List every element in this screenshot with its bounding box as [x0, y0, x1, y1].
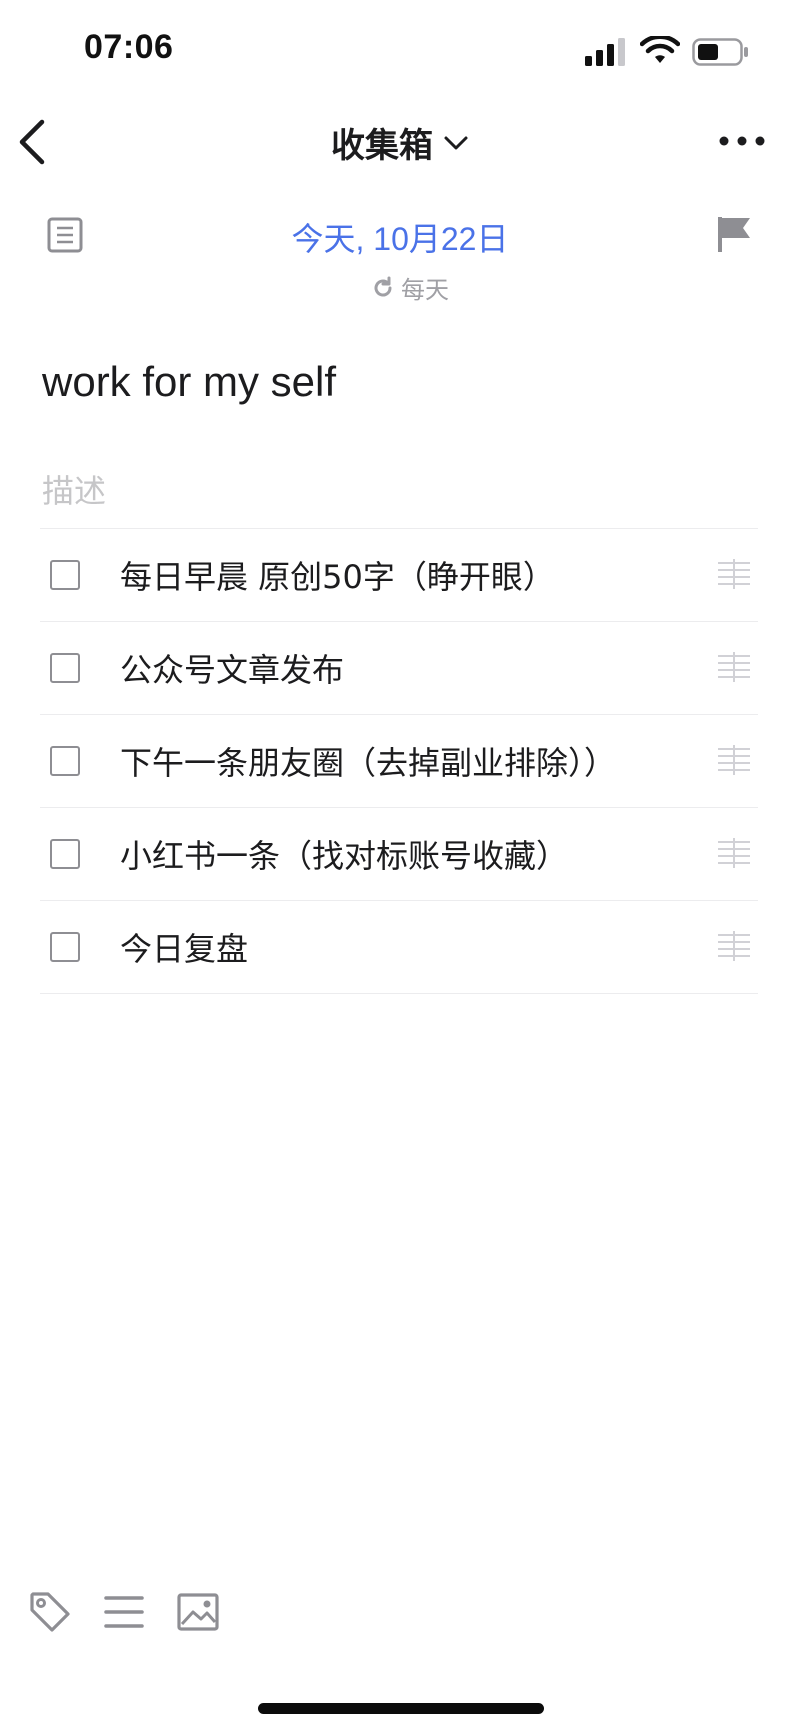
note-icon[interactable]: [46, 216, 84, 254]
drag-handle-icon[interactable]: [716, 931, 752, 961]
checklist-item[interactable]: 今日复盘: [40, 900, 758, 994]
project-selector[interactable]: 收集箱: [300, 118, 500, 167]
checkbox-icon[interactable]: [50, 560, 80, 590]
due-date[interactable]: 今天, 10月22日: [200, 214, 600, 260]
repeat-icon: [374, 276, 392, 296]
repeat-label: 每天: [401, 276, 449, 304]
checklist-item-text[interactable]: 下午一条朋友圈（去掉副业排除））: [120, 738, 616, 784]
checklist-item[interactable]: 下午一条朋友圈（去掉副业排除））: [40, 714, 758, 807]
flag-icon[interactable]: [714, 214, 754, 254]
tag-icon[interactable]: [28, 1590, 72, 1634]
image-icon[interactable]: [176, 1590, 220, 1634]
checklist-item-text[interactable]: 小红书一条（找对标账号收藏）: [120, 831, 568, 877]
checkbox-icon[interactable]: [50, 653, 80, 683]
checklist-item-text[interactable]: 今日复盘: [120, 924, 248, 970]
drag-handle-icon[interactable]: [716, 838, 752, 868]
checklist-item[interactable]: 公众号文章发布: [40, 621, 758, 714]
checkbox-icon[interactable]: [50, 932, 80, 962]
drag-handle-icon[interactable]: [716, 652, 752, 682]
checkbox-icon[interactable]: [50, 746, 80, 776]
status-time: 07:06: [84, 28, 174, 66]
checklist-item-text[interactable]: 公众号文章发布: [120, 645, 344, 691]
checklist: 每日早晨 原创50字（睁开眼） 公众号文章发布 下午一条朋友圈（去掉副业排除））: [40, 528, 758, 994]
drag-handle-icon[interactable]: [716, 559, 752, 589]
drag-handle-icon[interactable]: [716, 745, 752, 775]
repeat-info[interactable]: 每天: [340, 270, 480, 305]
battery-icon: [692, 38, 748, 66]
task-title[interactable]: work for my self: [42, 358, 336, 406]
home-indicator[interactable]: [258, 1703, 544, 1714]
description-field[interactable]: 描述: [42, 466, 106, 512]
wifi-icon: [640, 36, 680, 63]
checkbox-icon[interactable]: [50, 839, 80, 869]
cellular-signal-icon: [585, 38, 625, 66]
checklist-item-text[interactable]: 每日早晨 原创50字（睁开眼）: [120, 552, 555, 598]
checklist-item[interactable]: 小红书一条（找对标账号收藏）: [40, 807, 758, 900]
nav-title: 收集箱: [331, 126, 433, 166]
list-icon[interactable]: [102, 1590, 146, 1634]
back-chevron-icon[interactable]: [14, 116, 50, 168]
more-icon[interactable]: [718, 128, 766, 154]
dropdown-chevron-icon: [444, 136, 468, 149]
checklist-item[interactable]: 每日早晨 原创50字（睁开眼）: [40, 528, 758, 621]
